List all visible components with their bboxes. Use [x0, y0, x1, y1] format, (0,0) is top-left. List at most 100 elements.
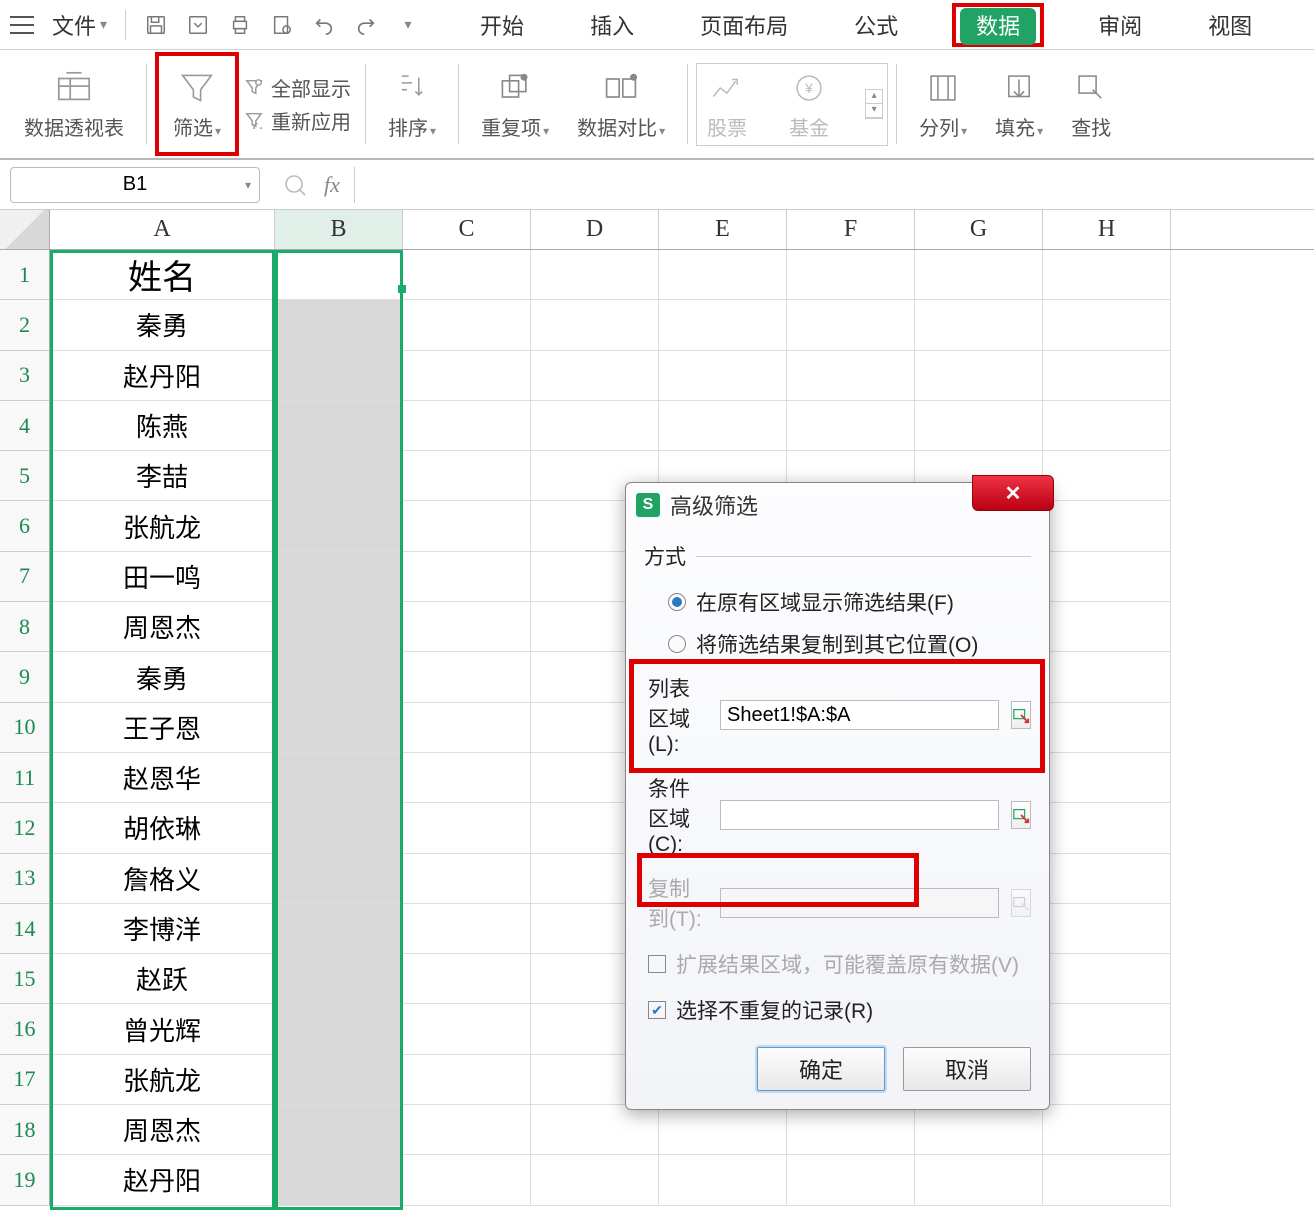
cell[interactable]	[531, 300, 659, 350]
col-header-B[interactable]: B	[275, 210, 403, 249]
selection-handle[interactable]	[398, 285, 406, 293]
cell[interactable]	[1043, 401, 1171, 451]
cell[interactable]	[275, 703, 403, 753]
save-as-icon[interactable]	[186, 13, 210, 37]
cell[interactable]	[659, 1155, 787, 1205]
cell[interactable]	[1043, 753, 1171, 803]
row-header[interactable]: 1	[0, 250, 50, 300]
fund-button[interactable]: ¥ 基金	[783, 68, 835, 141]
col-header-D[interactable]: D	[531, 210, 659, 249]
cell[interactable]	[403, 451, 531, 501]
dialog-titlebar[interactable]: S 高级筛选 ✕	[626, 483, 1049, 527]
cell[interactable]	[1043, 250, 1171, 300]
tab-insert[interactable]: 插入	[578, 3, 646, 47]
cell[interactable]	[787, 401, 915, 451]
tab-layout[interactable]: 页面布局	[688, 3, 800, 47]
file-menu[interactable]: 文件 ▾	[42, 9, 117, 41]
cell[interactable]	[915, 1155, 1043, 1205]
cell[interactable]: 王子恩	[50, 703, 275, 753]
row-header[interactable]: 11	[0, 753, 50, 803]
row-header[interactable]: 10	[0, 703, 50, 753]
cell[interactable]: 赵跃	[50, 954, 275, 1004]
cell[interactable]	[1043, 652, 1171, 702]
unique-checkbox-row[interactable]: ✔ 选择不重复的记录(R)	[644, 987, 1031, 1033]
cell[interactable]	[403, 703, 531, 753]
print-preview-icon[interactable]	[270, 13, 294, 37]
row-header[interactable]: 17	[0, 1055, 50, 1105]
cell[interactable]	[403, 300, 531, 350]
cell[interactable]	[403, 803, 531, 853]
cell[interactable]	[275, 954, 403, 1004]
col-header-C[interactable]: C	[403, 210, 531, 249]
cell[interactable]: 姓名	[50, 250, 275, 300]
data-type-spinner[interactable]: ▴▾	[865, 89, 883, 119]
cell[interactable]	[787, 300, 915, 350]
criteria-range-picker-button[interactable]	[1011, 801, 1031, 829]
cell[interactable]	[1043, 451, 1171, 501]
show-all-button[interactable]: 全部显示	[245, 73, 351, 102]
cell[interactable]	[1043, 803, 1171, 853]
cell[interactable]	[1043, 1055, 1171, 1105]
cell[interactable]	[403, 1055, 531, 1105]
hamburger-icon[interactable]	[10, 16, 34, 34]
tab-review[interactable]: 审阅	[1086, 3, 1154, 47]
cell[interactable]	[275, 300, 403, 350]
row-header[interactable]: 2	[0, 300, 50, 350]
cell[interactable]	[531, 250, 659, 300]
cell[interactable]	[915, 1105, 1043, 1155]
cell[interactable]	[787, 1105, 915, 1155]
cell[interactable]	[915, 401, 1043, 451]
col-header-H[interactable]: H	[1043, 210, 1171, 249]
cell[interactable]	[1043, 904, 1171, 954]
col-header-A[interactable]: A	[50, 210, 275, 249]
cell[interactable]	[403, 602, 531, 652]
row-header[interactable]: 7	[0, 552, 50, 602]
cell[interactable]	[403, 501, 531, 551]
sort-button[interactable]: 排序▾	[374, 55, 450, 153]
cell[interactable]: 詹格义	[50, 854, 275, 904]
cell[interactable]	[403, 854, 531, 904]
cell[interactable]	[1043, 351, 1171, 401]
cell[interactable]	[659, 401, 787, 451]
tab-formula[interactable]: 公式	[842, 3, 910, 47]
data-compare-button[interactable]: 数据对比▾	[563, 55, 679, 153]
cell[interactable]	[275, 250, 403, 300]
cell[interactable]	[1043, 501, 1171, 551]
print-icon[interactable]	[228, 13, 252, 37]
cell[interactable]	[275, 401, 403, 451]
cell[interactable]	[275, 1004, 403, 1054]
col-header-E[interactable]: E	[659, 210, 787, 249]
cell[interactable]: 赵丹阳	[50, 351, 275, 401]
cell[interactable]	[275, 1105, 403, 1155]
cell[interactable]: 秦勇	[50, 652, 275, 702]
cell[interactable]	[275, 1055, 403, 1105]
select-all-corner[interactable]	[0, 210, 50, 249]
close-button[interactable]: ✕	[972, 475, 1054, 511]
cell[interactable]	[1043, 300, 1171, 350]
cell[interactable]	[1043, 1155, 1171, 1205]
list-range-picker-button[interactable]	[1011, 701, 1031, 729]
cell[interactable]	[403, 753, 531, 803]
cell[interactable]: 李博洋	[50, 904, 275, 954]
cell[interactable]: 田一鸣	[50, 552, 275, 602]
cell[interactable]	[275, 602, 403, 652]
text-to-columns-button[interactable]: 分列▾	[905, 55, 981, 153]
cell[interactable]	[531, 1155, 659, 1205]
cell[interactable]: 胡依琳	[50, 803, 275, 853]
cell[interactable]	[659, 250, 787, 300]
cell[interactable]	[403, 1155, 531, 1205]
cell[interactable]	[787, 351, 915, 401]
cell[interactable]	[531, 401, 659, 451]
cell[interactable]	[403, 1004, 531, 1054]
radio-inplace[interactable]: 在原有区域显示筛选结果(F)	[644, 581, 1031, 623]
row-header[interactable]: 18	[0, 1105, 50, 1155]
cell[interactable]	[915, 250, 1043, 300]
row-header[interactable]: 8	[0, 602, 50, 652]
row-header[interactable]: 16	[0, 1004, 50, 1054]
cell[interactable]	[659, 1105, 787, 1155]
find-button[interactable]: 查找	[1057, 55, 1111, 153]
row-header[interactable]: 12	[0, 803, 50, 853]
cell[interactable]	[1043, 602, 1171, 652]
cell[interactable]	[275, 1155, 403, 1205]
row-header[interactable]: 3	[0, 351, 50, 401]
